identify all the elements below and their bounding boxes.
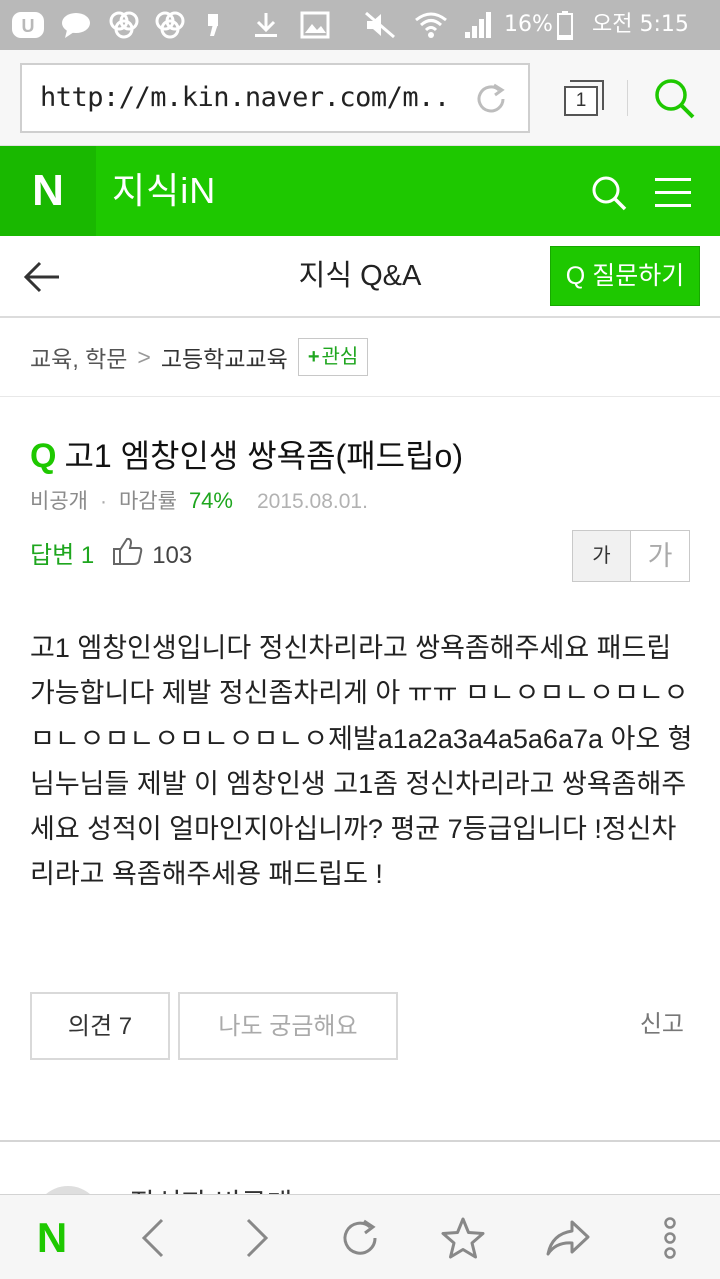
nate-icon: U xyxy=(8,10,48,40)
mute-icon xyxy=(362,10,398,40)
plus-icon: + xyxy=(307,346,320,368)
forward-icon[interactable] xyxy=(232,1195,282,1279)
opinion-button[interactable]: 의견 7 xyxy=(30,992,170,1060)
reload-icon[interactable] xyxy=(472,80,510,122)
question-date: 2015.08.01. xyxy=(256,490,368,513)
search-icon[interactable] xyxy=(590,174,628,216)
curious-button[interactable]: 나도 궁금해요 xyxy=(178,992,398,1060)
quote-icon xyxy=(202,10,226,40)
breadcrumb: 교육, 학문 > 고등학교교육 + 관심 xyxy=(30,338,369,376)
chat-bubble-icon xyxy=(58,10,94,40)
meta-dot: · xyxy=(99,490,107,513)
browser-url-area: http://m.kin.naver.com/m... 1 xyxy=(0,50,720,146)
author-visibility: 비공개 xyxy=(30,490,88,513)
question-body: 고1 엠창인생입니다 정신차리라고 쌍욕좀해주세요 패드립가능합니다 제발 정신… xyxy=(30,633,693,890)
url-text[interactable]: http://m.kin.naver.com/m... xyxy=(40,65,450,131)
answer-preview: 작성자 비공개 xyxy=(0,1142,720,1194)
refresh-icon[interactable] xyxy=(334,1195,386,1279)
bookmark-star-icon[interactable] xyxy=(436,1195,490,1279)
question-actions: 의견 7 나도 궁금해요 신고 xyxy=(30,992,690,1060)
wifi-icon xyxy=(412,10,450,40)
answer-author: 작성자 비공개 xyxy=(130,1182,292,1194)
naver-header: N 지식iN xyxy=(0,146,720,236)
cloud-icon xyxy=(152,10,188,40)
naver-logo[interactable]: N xyxy=(0,146,96,236)
status-bar: U 16% 오전 5:15 xyxy=(0,0,720,50)
sub-header: 지식 Q&A Q 질문하기 xyxy=(0,236,720,318)
question-title: Q 고1 엠창인생 쌍욕좀(패드립o) xyxy=(30,432,463,480)
image-icon xyxy=(298,10,332,40)
q-mark-icon: Q xyxy=(30,437,57,475)
avatar xyxy=(34,1186,102,1194)
tabs-button[interactable]: 1 xyxy=(558,77,606,119)
font-size-toggle: 가 가 xyxy=(572,530,690,582)
svg-text:U: U xyxy=(22,16,35,36)
download-icon xyxy=(250,10,282,40)
signal-icon xyxy=(462,10,496,40)
question-stats: 답변 1 103 xyxy=(30,536,193,577)
more-menu-icon[interactable] xyxy=(648,1195,692,1279)
back-arrow-icon[interactable] xyxy=(22,258,62,300)
battery-percent: 16% xyxy=(504,12,553,37)
report-link[interactable]: 신고 xyxy=(640,992,684,1060)
cloud-icon xyxy=(106,10,142,40)
naver-home-button[interactable]: N xyxy=(22,1195,82,1279)
url-input[interactable]: http://m.kin.naver.com/m... xyxy=(20,63,530,133)
like-count: 103 xyxy=(152,542,193,569)
tab-count: 1 xyxy=(564,86,598,116)
question-meta: 비공개 · 마감률 74% 2015.08.01. xyxy=(30,484,368,518)
question-title-text: 고1 엠창인생 쌍욕좀(패드립o) xyxy=(64,438,463,474)
service-name[interactable]: 지식iN xyxy=(112,146,216,236)
divider xyxy=(627,80,628,116)
menu-icon[interactable] xyxy=(655,175,691,213)
back-icon[interactable] xyxy=(128,1195,178,1279)
browser-toolbar: N xyxy=(0,1194,720,1279)
font-size-small-button[interactable]: 가 xyxy=(573,531,632,581)
font-size-large-button[interactable]: 가 xyxy=(631,531,689,581)
divider xyxy=(0,396,720,397)
close-rate: 74% xyxy=(188,488,233,513)
answer-count[interactable]: 답변 1 xyxy=(30,538,94,574)
follow-label: 관심 xyxy=(321,346,359,368)
breadcrumb-parent[interactable]: 교육, 학문 xyxy=(30,340,127,374)
share-icon[interactable] xyxy=(540,1195,596,1279)
ask-question-button[interactable]: Q 질문하기 xyxy=(550,246,700,306)
naver-logo-text: N xyxy=(32,166,64,215)
breadcrumb-separator: > xyxy=(137,343,151,370)
thumbs-up-icon[interactable] xyxy=(112,536,144,577)
clock: 오전 5:15 xyxy=(592,12,689,37)
follow-button[interactable]: + 관심 xyxy=(297,338,369,376)
battery-icon xyxy=(554,10,576,40)
breadcrumb-current[interactable]: 고등학교교육 xyxy=(161,340,288,374)
close-rate-label: 마감률 xyxy=(118,490,177,513)
search-icon[interactable] xyxy=(652,76,696,124)
